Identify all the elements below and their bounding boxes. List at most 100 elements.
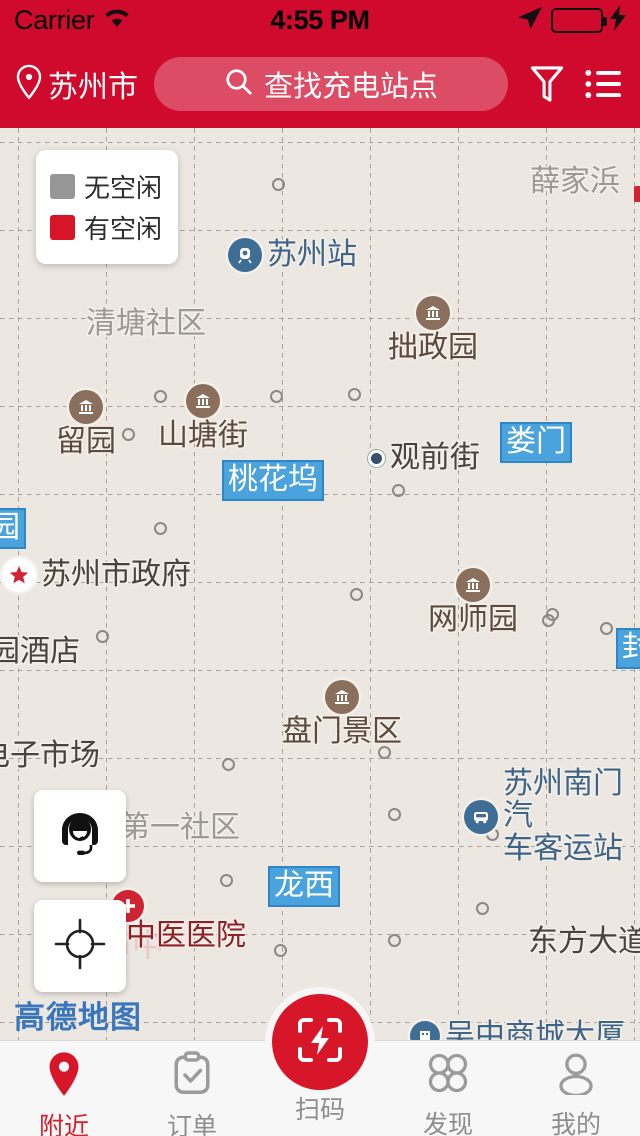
map-marker-station-edge[interactable] (634, 186, 640, 202)
map-label-guanqian-street[interactable]: 观前街 (368, 441, 480, 474)
map-label-shantang-street[interactable]: 山塘街 (158, 384, 248, 452)
order-check-icon (171, 1051, 213, 1102)
tab-label: 附近 (38, 1113, 89, 1136)
city-name-label: 苏州市 (48, 71, 138, 104)
availability-legend: 无空闲 有空闲 (36, 150, 178, 264)
occupied-swatch (50, 174, 75, 199)
map-label-taohuawu[interactable]: 桃花坞 (222, 460, 324, 501)
map-poi-dot[interactable] (348, 388, 361, 401)
map-label-master-of-nets-garden[interactable]: 网师园 (428, 568, 518, 636)
tab-label: 发现 (422, 1111, 473, 1136)
map-poi-dot[interactable] (350, 588, 363, 601)
legend-label: 有空闲 (84, 214, 163, 244)
map-poi-dot[interactable] (600, 622, 613, 635)
status-bar-clock: 4:55 PM (270, 4, 370, 35)
map-label-south-gate-bus-station[interactable]: 苏州南门汽 车客运站 (464, 767, 640, 865)
locate-me-button[interactable] (34, 900, 126, 992)
scan-code-button[interactable] (272, 994, 368, 1090)
tab-discover[interactable]: 发现 (384, 1041, 512, 1136)
building-icon (410, 1021, 440, 1040)
map-label-longxi[interactable]: 龙西 (268, 866, 340, 907)
charging-bolt-icon (610, 4, 626, 36)
map-attribution: 高德地图 (14, 1000, 142, 1035)
search-input[interactable]: 查找充电站点 (154, 57, 508, 111)
tab-label-scan: 扫码 (294, 1096, 346, 1124)
map-label-first-community[interactable]: 第一社区 (120, 811, 240, 844)
tab-label: 订单 (166, 1113, 217, 1136)
status-bar-left: Carrier (14, 5, 270, 36)
carrier-label: Carrier (14, 4, 95, 35)
search-icon (224, 67, 254, 102)
map-label-xuejiabang[interactable]: 薛家浜 (530, 165, 620, 198)
status-bar: Carrier 4:55 PM (0, 0, 640, 40)
location-pin-icon (14, 64, 44, 105)
map-poi-dot[interactable] (222, 758, 235, 771)
government-star-icon (2, 558, 36, 592)
legend-row: 有空闲 (50, 209, 164, 246)
crosshair-locate-icon (52, 916, 108, 977)
map-label-panmen-scenic-area[interactable]: 盘门景区 (282, 680, 402, 748)
filter-funnel-icon[interactable] (524, 65, 570, 103)
map-poi-dot[interactable] (388, 808, 401, 821)
customer-service-button[interactable] (34, 790, 126, 882)
tab-nearby[interactable]: 附近 (0, 1041, 128, 1136)
map-poi-dot[interactable] (122, 428, 135, 441)
map-label-electronics-market[interactable]: 电子市场 (0, 739, 100, 772)
map-poi-dot[interactable] (154, 522, 167, 535)
map-canvas[interactable]: 薛家浜 苏州站 清塘社区 拙政园 桃花坞 娄门 园 留园 山塘街 观前街 苏州市… (0, 128, 640, 1040)
location-arrow-icon (516, 5, 544, 36)
map-label-suzhou-station[interactable]: 苏州站 (228, 238, 357, 272)
map-pin-icon (43, 1051, 85, 1102)
map-label-qingtang-community[interactable]: 清塘社区 (86, 307, 206, 340)
monument-icon (416, 296, 450, 330)
grid-line-vertical (546, 128, 547, 1040)
grid-line-horizontal (0, 670, 640, 671)
map-label-yuan-hotel[interactable]: 园酒店 (0, 635, 80, 668)
status-bar-right (370, 4, 626, 36)
monument-icon (186, 384, 220, 418)
battery-icon (551, 7, 607, 33)
city-selector-button[interactable]: 苏州市 (14, 62, 138, 106)
map-label-suzhou-government[interactable]: 苏州市政府 (2, 558, 191, 592)
train-station-icon (228, 238, 262, 272)
tab-orders[interactable]: 订单 (128, 1041, 256, 1136)
map-label-dongfang-avenue[interactable]: 东方大道 (528, 925, 640, 958)
bottom-tab-bar: 附近 订单 发现 我的 扫码 (0, 994, 640, 1136)
customer-service-headset-icon (51, 805, 109, 868)
scan-code-icon (294, 1014, 346, 1071)
search-placeholder-label: 查找充电站点 (263, 71, 438, 103)
available-swatch (50, 215, 75, 240)
map-label-loumen[interactable]: 娄门 (500, 422, 572, 463)
monument-icon (69, 390, 103, 424)
discover-grid-icon (427, 1051, 469, 1100)
tab-profile[interactable]: 我的 (512, 1041, 640, 1136)
grid-line-vertical (194, 128, 195, 1040)
dot-filled-icon (368, 449, 385, 467)
map-label-wuzhong-mall-tower[interactable]: 吴中商城大厦 (410, 1019, 625, 1040)
list-menu-icon[interactable] (580, 67, 626, 101)
map-poi-dot[interactable] (274, 944, 287, 957)
grid-line-vertical (370, 128, 371, 1040)
map-poi-dot[interactable] (270, 390, 283, 403)
map-label-humble-administrator-garden[interactable]: 拙政园 (388, 296, 478, 364)
map-poi-dot[interactable] (546, 608, 559, 621)
grid-line-horizontal (0, 142, 640, 143)
legend-row: 无空闲 (50, 168, 164, 205)
map-poi-dot[interactable] (220, 874, 233, 887)
map-label-lingering-garden[interactable]: 留园 (56, 390, 116, 458)
map-poi-dot[interactable] (272, 178, 285, 191)
monument-icon (325, 680, 359, 714)
user-profile-icon (555, 1051, 597, 1100)
bus-station-icon (464, 799, 498, 834)
map-label-yuan-partial[interactable]: 园 (0, 508, 26, 549)
map-label-edge-partial[interactable]: 封 (616, 628, 640, 669)
monument-icon (456, 568, 490, 602)
map-poi-dot[interactable] (392, 484, 405, 497)
wifi-icon (102, 6, 132, 35)
tab-label: 我的 (550, 1111, 601, 1136)
grid-line-vertical (634, 128, 635, 1040)
map-poi-dot[interactable] (96, 630, 109, 643)
legend-label: 无空闲 (84, 173, 163, 203)
map-poi-dot[interactable] (476, 902, 489, 915)
map-poi-dot[interactable] (388, 934, 401, 947)
